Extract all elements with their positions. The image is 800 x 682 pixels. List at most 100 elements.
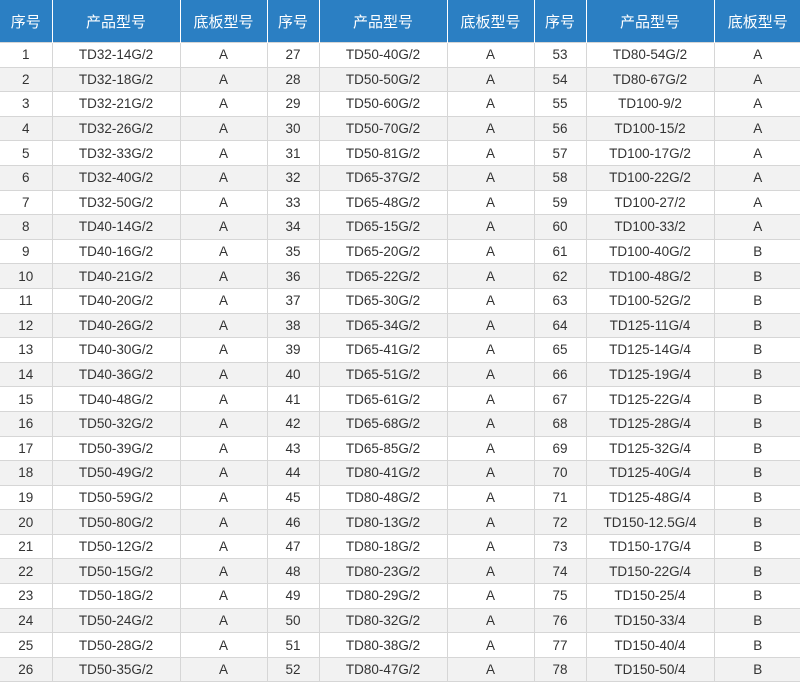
cell-base: A bbox=[446, 533, 535, 560]
cell-model: TD100-52G/2 bbox=[585, 287, 715, 314]
cell-base: B bbox=[713, 533, 800, 560]
cell-base: A bbox=[179, 632, 268, 658]
table-header-row: 序号 产品型号 底板型号 序号 产品型号 底板型号 序号 产品型号 底板型号 bbox=[0, 0, 800, 43]
cell-model: TD32-40G/2 bbox=[51, 164, 181, 191]
cell-seq: 52 bbox=[266, 656, 320, 682]
cell-base: A bbox=[179, 484, 268, 511]
cell-base: A bbox=[446, 189, 535, 216]
cell-seq: 69 bbox=[533, 435, 587, 462]
header-model: 产品型号 bbox=[52, 0, 181, 43]
table-row: 16 TD50-32G/2 A 42 TD65-68G/2 A 68 TD125-28G/4 B bbox=[0, 410, 800, 437]
cell-seq: 49 bbox=[266, 583, 320, 609]
cell-seq: 77 bbox=[533, 632, 587, 658]
cell-base: A bbox=[179, 656, 268, 682]
cell-model: TD50-28G/2 bbox=[51, 632, 181, 658]
cell-base: A bbox=[446, 337, 535, 363]
cell-model: TD40-21G/2 bbox=[51, 263, 181, 289]
cell-seq: 74 bbox=[533, 558, 587, 585]
cell-base: A bbox=[446, 361, 535, 388]
cell-seq: 76 bbox=[533, 607, 587, 634]
cell-seq: 38 bbox=[266, 312, 320, 339]
cell-seq: 40 bbox=[266, 361, 320, 388]
cell-seq: 43 bbox=[266, 435, 320, 462]
table-row: 4 TD32-26G/2 A 30 TD50-70G/2 A 56 TD100-15/2 A bbox=[0, 115, 800, 142]
table-row: 23 TD50-18G/2 A 49 TD80-29G/2 A 75 TD150-25/4 B bbox=[0, 583, 800, 609]
cell-seq: 36 bbox=[266, 263, 320, 289]
cell-base: A bbox=[179, 386, 268, 412]
header-seq: 序号 bbox=[267, 0, 320, 43]
cell-seq: 10 bbox=[0, 263, 53, 289]
cell-seq: 32 bbox=[266, 164, 320, 191]
table-row: 26 TD50-35G/2 A 52 TD80-47G/2 A 78 TD150-50/4 B bbox=[0, 656, 800, 682]
cell-base: A bbox=[446, 386, 535, 412]
cell-base: A bbox=[446, 66, 535, 93]
cell-base: B bbox=[713, 263, 800, 289]
cell-base: A bbox=[713, 140, 800, 166]
cell-base: A bbox=[179, 164, 268, 191]
cell-model: TD40-48G/2 bbox=[51, 386, 181, 412]
cell-seq: 50 bbox=[266, 607, 320, 634]
cell-model: TD32-14G/2 bbox=[51, 42, 181, 68]
header-base: 底板型号 bbox=[180, 0, 268, 43]
cell-base: A bbox=[713, 189, 800, 216]
cell-seq: 16 bbox=[0, 410, 53, 437]
cell-model: TD150-33/4 bbox=[585, 607, 715, 634]
header-base: 底板型号 bbox=[714, 0, 800, 43]
cell-model: TD150-40/4 bbox=[585, 632, 715, 658]
header-seq: 序号 bbox=[0, 0, 53, 43]
cell-model: TD50-60G/2 bbox=[318, 91, 448, 117]
cell-seq: 54 bbox=[533, 66, 587, 93]
cell-seq: 56 bbox=[533, 115, 587, 142]
cell-seq: 15 bbox=[0, 386, 53, 412]
cell-seq: 19 bbox=[0, 484, 53, 511]
cell-model: TD150-17G/4 bbox=[585, 533, 715, 560]
cell-base: A bbox=[446, 632, 535, 658]
cell-base: A bbox=[179, 337, 268, 363]
cell-model: TD100-40G/2 bbox=[585, 238, 715, 265]
cell-model: TD150-50/4 bbox=[585, 656, 715, 682]
cell-seq: 30 bbox=[266, 115, 320, 142]
cell-seq: 41 bbox=[266, 386, 320, 412]
cell-base: A bbox=[446, 656, 535, 682]
cell-model: TD32-18G/2 bbox=[51, 66, 181, 93]
cell-base: A bbox=[446, 214, 535, 240]
cell-model: TD65-48G/2 bbox=[318, 189, 448, 216]
header-base: 底板型号 bbox=[447, 0, 535, 43]
cell-base: B bbox=[713, 632, 800, 658]
table-row: 5 TD32-33G/2 A 31 TD50-81G/2 A 57 TD100-17G/2 A bbox=[0, 140, 800, 166]
cell-model: TD80-47G/2 bbox=[318, 656, 448, 682]
cell-seq: 5 bbox=[0, 140, 53, 166]
cell-model: TD50-40G/2 bbox=[318, 42, 448, 68]
cell-base: A bbox=[179, 91, 268, 117]
cell-base: A bbox=[713, 91, 800, 117]
cell-seq: 25 bbox=[0, 632, 53, 658]
cell-model: TD150-12.5G/4 bbox=[585, 509, 715, 535]
cell-seq: 35 bbox=[266, 238, 320, 265]
cell-seq: 24 bbox=[0, 607, 53, 634]
cell-base: B bbox=[713, 656, 800, 682]
cell-base: A bbox=[446, 238, 535, 265]
cell-base: B bbox=[713, 386, 800, 412]
cell-seq: 14 bbox=[0, 361, 53, 388]
cell-base: A bbox=[179, 287, 268, 314]
cell-base: A bbox=[179, 115, 268, 142]
cell-seq: 47 bbox=[266, 533, 320, 560]
cell-model: TD50-80G/2 bbox=[51, 509, 181, 535]
cell-model: TD65-61G/2 bbox=[318, 386, 448, 412]
cell-model: TD125-28G/4 bbox=[585, 410, 715, 437]
table-row: 6 TD32-40G/2 A 32 TD65-37G/2 A 58 TD100-22G/2 A bbox=[0, 164, 800, 191]
cell-seq: 8 bbox=[0, 214, 53, 240]
cell-model: TD50-15G/2 bbox=[51, 558, 181, 585]
cell-model: TD65-41G/2 bbox=[318, 337, 448, 363]
cell-base: A bbox=[179, 509, 268, 535]
cell-base: A bbox=[713, 42, 800, 68]
cell-seq: 37 bbox=[266, 287, 320, 314]
cell-model: TD125-22G/4 bbox=[585, 386, 715, 412]
cell-model: TD100-17G/2 bbox=[585, 140, 715, 166]
cell-base: B bbox=[713, 509, 800, 535]
cell-model: TD100-9/2 bbox=[585, 91, 715, 117]
table-row: 25 TD50-28G/2 A 51 TD80-38G/2 A 77 TD150-40/4 B bbox=[0, 632, 800, 658]
cell-base: A bbox=[179, 607, 268, 634]
cell-model: TD100-48G/2 bbox=[585, 263, 715, 289]
cell-model: TD65-37G/2 bbox=[318, 164, 448, 191]
